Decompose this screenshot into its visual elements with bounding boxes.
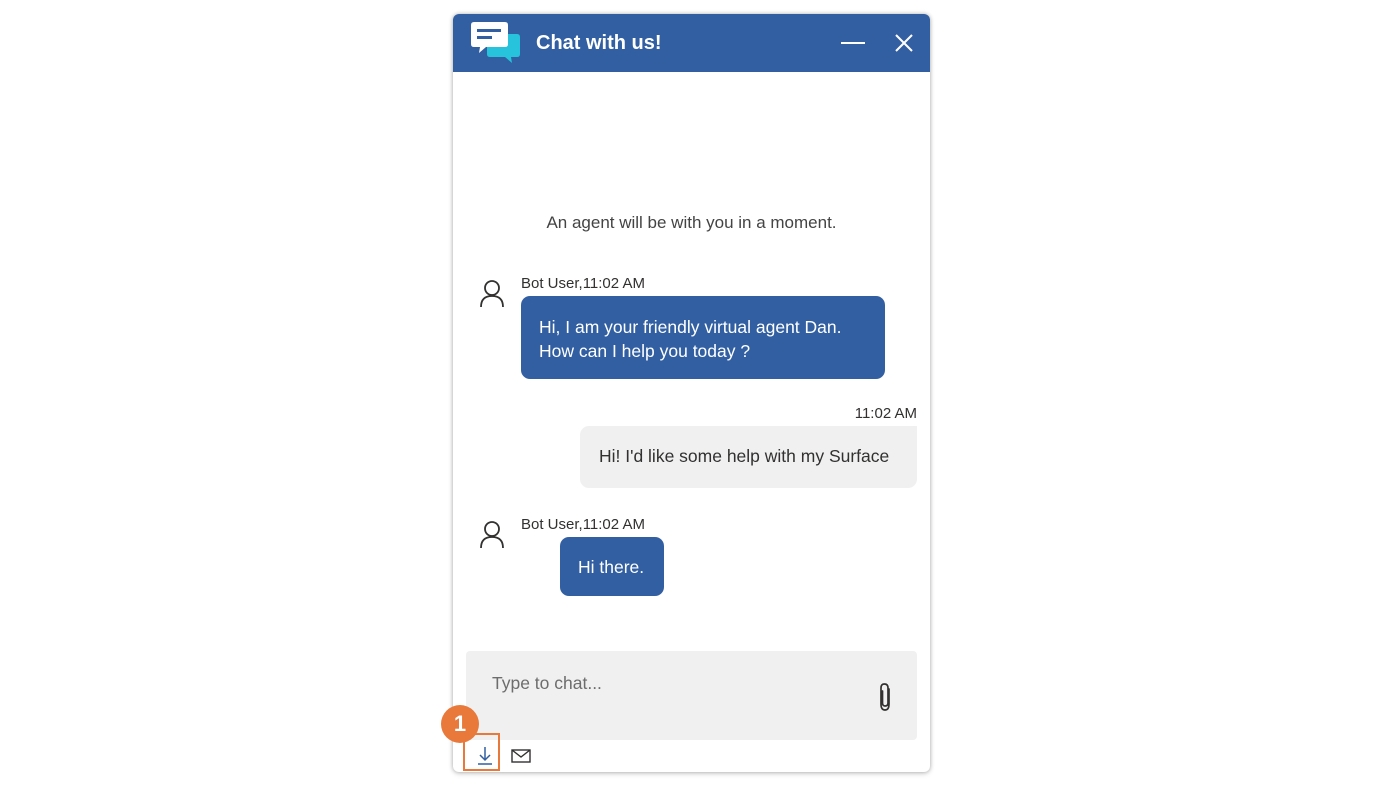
chat-input[interactable] <box>490 669 854 697</box>
callout-badge: 1 <box>441 705 479 743</box>
bot-sender-label: Bot User,11:02 AM <box>521 275 645 292</box>
bot-message-line: Hi, I am your friendly virtual agent Dan… <box>539 317 842 337</box>
bot-avatar-icon <box>479 279 505 309</box>
chat-window: Chat with us! An agent will be with you … <box>453 14 930 772</box>
minimize-button[interactable] <box>838 28 868 58</box>
chat-input-container <box>466 651 917 740</box>
close-button[interactable] <box>889 28 919 58</box>
bot-sender-label: Bot User,11:02 AM <box>521 516 645 533</box>
bot-message-text: Hi there. <box>578 557 645 577</box>
chat-title: Chat with us! <box>536 32 662 54</box>
email-transcript-icon <box>511 749 531 763</box>
chat-bubbles-icon <box>471 20 523 66</box>
user-message-bubble: Hi! I'd like some help with my Surface <box>580 426 917 488</box>
bot-message-line: How can I help you today ? <box>539 341 751 361</box>
user-message-text: Hi! I'd like some help with my Surface <box>599 446 890 466</box>
paperclip-icon <box>880 683 890 711</box>
system-message: An agent will be with you in a moment. <box>546 213 837 232</box>
attachment-button[interactable] <box>875 681 895 713</box>
email-transcript-button[interactable] <box>510 747 532 765</box>
user-message-timestamp: 11:02 AM <box>854 405 917 422</box>
bot-message-bubble: Hi, I am your friendly virtual agent Dan… <box>521 296 885 379</box>
bot-message-bubble: Hi there. <box>560 537 664 596</box>
bot-avatar-icon <box>479 520 505 550</box>
close-icon <box>895 34 913 52</box>
chat-header: Chat with us! <box>453 14 930 72</box>
minimize-icon <box>841 42 865 44</box>
